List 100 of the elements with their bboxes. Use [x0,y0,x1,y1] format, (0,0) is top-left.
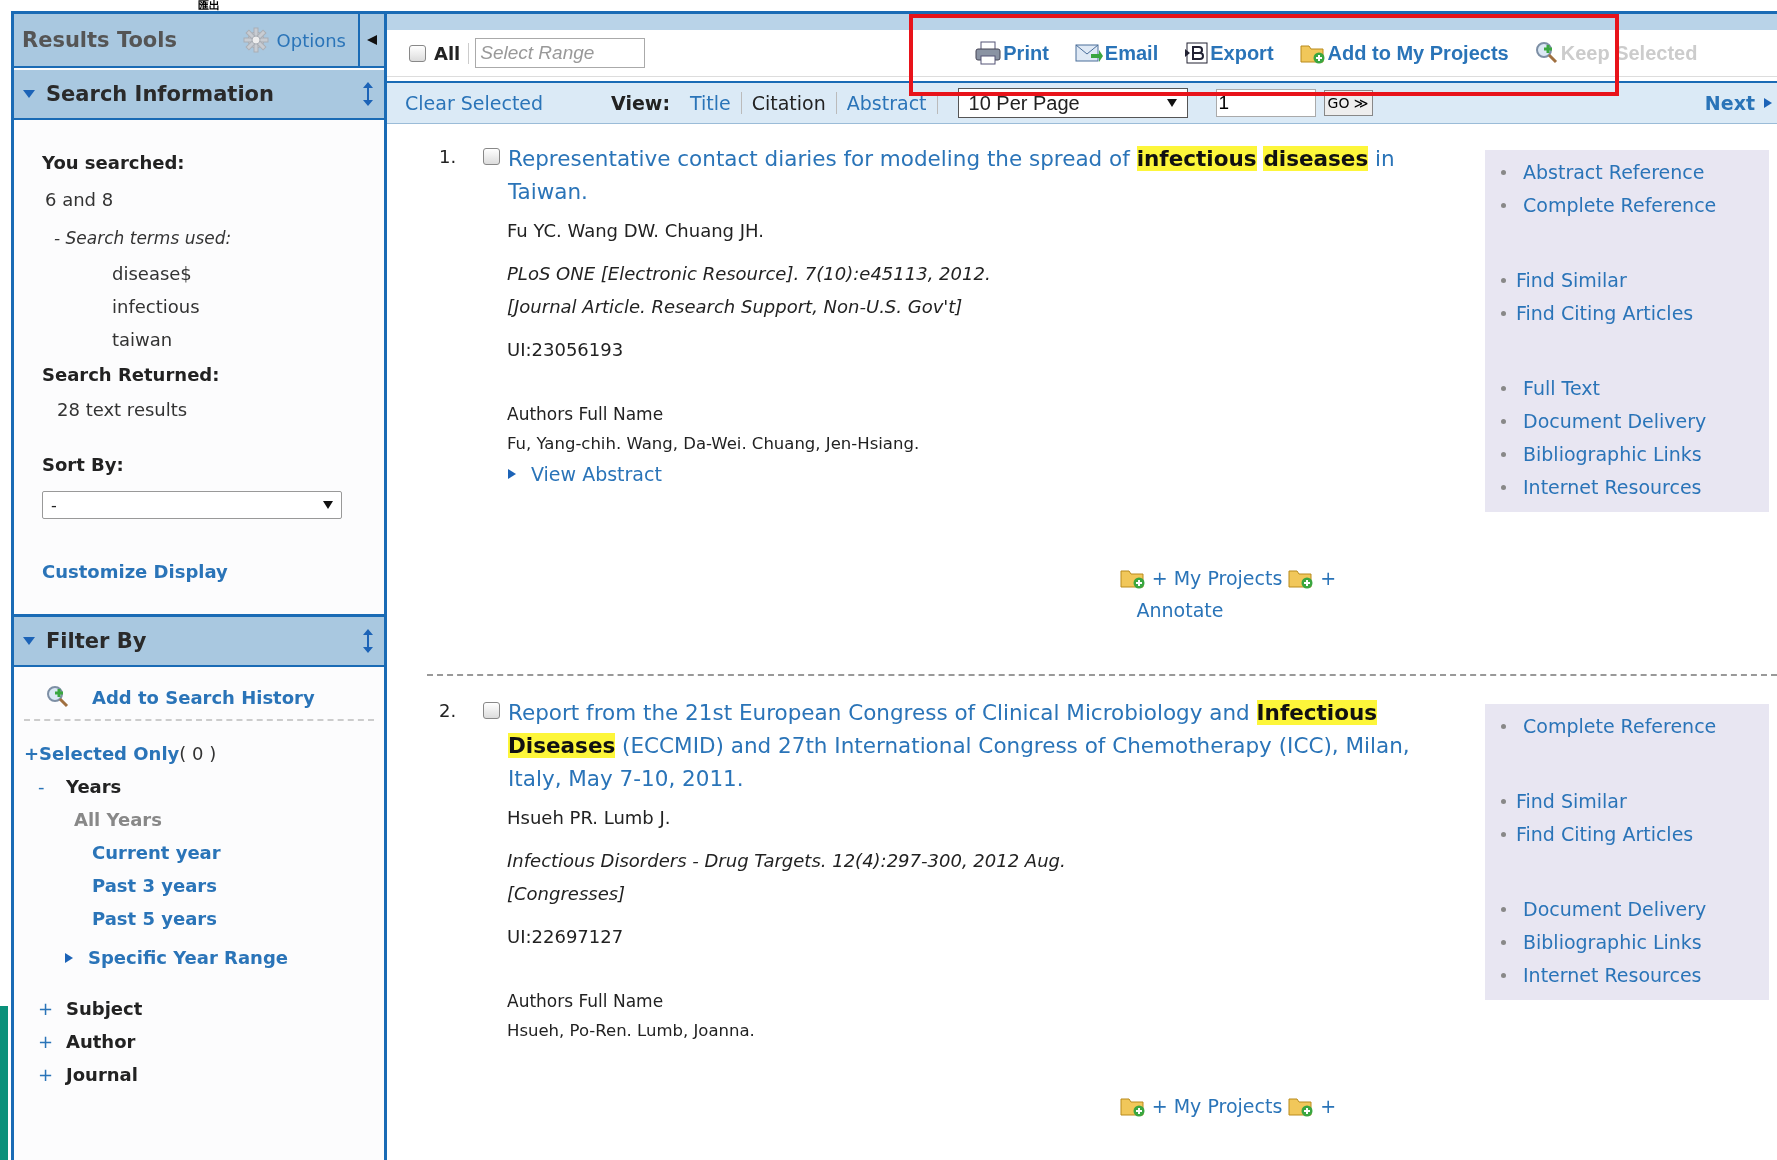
result-title-link[interactable]: Report from the 21st European Congress of Clinical Microbiology and Infectious Diseases (ECCMID) and 27th International Congress of Chemotherapy (ICC), Milan, Italy, May 7-10, 2011. [508,696,1435,795]
select-all-checkbox[interactable] [409,44,426,62]
my-projects-link[interactable]: + My Projects [1151,566,1283,590]
ui-number: 22697127 [531,926,624,947]
resource-link[interactable]: Find Similar [1516,785,1627,818]
bullet-icon [1501,799,1506,804]
annotate-link[interactable]: Annotate [1136,598,1224,622]
customize-display-link[interactable]: Customize Display [42,561,228,582]
resize-icon[interactable] [362,628,374,654]
toolbar-action[interactable]: Export [1184,41,1274,65]
next-link[interactable]: Next [1704,92,1773,114]
field-label: Search Returned: [42,363,221,387]
expand-toggle[interactable]: - [38,776,50,797]
annotation-text: 匯出 [198,0,220,11]
options-link[interactable]: Options [276,29,346,51]
result-checkbox[interactable] [483,148,500,165]
field-label: Sort By: [42,453,125,477]
clear-selected-link[interactable]: Clear Selected [405,92,544,114]
select-range-field[interactable]: Select Range [475,38,646,68]
expand-toggle[interactable]: + [38,998,50,1019]
folder-plus-icon [1288,567,1315,589]
field-label: You searched: [42,151,186,175]
envelope-icon [1074,42,1103,64]
search-term: disease$ [112,262,193,286]
expand-toggle[interactable]: + [38,1064,50,1085]
authors-full-name-label: Authors Full Name [507,991,665,1011]
view-tab[interactable]: Citation [741,92,837,114]
filter-category[interactable]: Author [66,1031,136,1052]
resource-link[interactable]: Internet Resources [1523,471,1702,504]
resource-link[interactable]: Bibliographic Links [1523,438,1702,471]
view-abstract-link[interactable]: View Abstract [531,463,662,485]
bullet-icon [1501,452,1506,457]
section-header[interactable]: Filter By [14,614,384,667]
year-filter-option[interactable]: Current year [92,842,384,863]
view-tab[interactable]: Title [680,92,742,114]
source-text: Infectious Disorders - Drug Targets. 12(4):297-300, 2012 Aug. [507,849,1067,873]
toolbar-action[interactable]: Add to My Projects [1299,41,1509,65]
terms-label: - Search terms used: [54,227,233,250]
collapse-arrow-icon[interactable] [366,34,378,46]
section-header[interactable]: Search Information [14,70,384,120]
resize-icon[interactable] [362,81,374,107]
expand-arrow-icon [64,951,74,964]
view-tab[interactable]: Abstract [836,92,938,114]
filter-category[interactable]: Subject [66,998,143,1019]
bullet-icon [1501,278,1506,283]
resource-link[interactable]: Document Delivery [1523,893,1707,926]
folder-plus-icon [1119,1095,1146,1117]
resource-link[interactable]: Find Citing Articles [1516,297,1694,330]
resource-link[interactable]: Find Citing Articles [1516,818,1694,851]
panel-title: Results Tools [22,28,178,52]
resource-link[interactable]: Bibliographic Links [1523,926,1702,959]
resource-link[interactable]: Document Delivery [1523,405,1707,438]
dropdown-caret-icon [1166,99,1177,107]
bullet-icon [1501,832,1506,837]
annotate-plus-link[interactable]: + [1320,1094,1337,1118]
gear-icon [242,27,269,53]
add-to-search-history-link[interactable]: Add to Search History [92,686,315,708]
folder-plus-icon [1288,1095,1315,1117]
year-range-link[interactable]: Specific Year Range [88,947,288,968]
result-title-link[interactable]: Representative contact diaries for modeling the spread of infectious diseases in Taiwan. [508,142,1435,208]
view-label: View: [611,92,670,114]
bullet-icon [1501,940,1506,945]
year-filter-option[interactable]: Past 3 years [92,875,384,896]
toolbar-action[interactable]: Email [1074,41,1159,65]
bullet-icon [1501,907,1506,912]
resource-link[interactable]: Full Text [1523,372,1600,405]
resource-link[interactable]: Complete Reference [1523,710,1717,743]
toolbar-action[interactable]: Print [975,41,1049,65]
bullet-icon [1501,419,1506,424]
result-number: 2. [439,699,458,721]
year-filter-option[interactable]: All Years [74,809,384,830]
annotate-plus-link[interactable]: + [1320,566,1337,590]
resource-link[interactable]: Find Similar [1516,264,1627,297]
filter-category[interactable]: Years [66,776,122,797]
bullet-icon [1501,973,1506,978]
folder-plus-icon [1299,42,1326,64]
authors-full-names: Fu, Yang-chih. Wang, Da-Wei. Chuang, Jen-Hsiang. [507,434,921,453]
resource-link[interactable]: Complete Reference [1523,189,1717,222]
year-filter-option[interactable]: Past 5 years [92,908,384,929]
sort-dropdown[interactable]: - [42,491,342,519]
ui-label: UI: [507,339,532,360]
resource-link[interactable]: Abstract Reference [1523,156,1705,189]
result-checkbox[interactable] [483,702,500,719]
authors-full-names: Hsueh, Po-Ren. Lumb, Joanna. [507,1021,756,1040]
my-projects-link[interactable]: + My Projects [1151,1094,1283,1118]
magnifier-plus-icon [1534,41,1559,65]
expand-arrow-icon [507,468,517,480]
bullet-icon [1501,203,1506,208]
bullet-icon [1501,485,1506,490]
authors-full-name-label: Authors Full Name [507,404,665,424]
expand-toggle[interactable]: + [38,1031,50,1052]
result-number: 1. [439,145,458,167]
section-title: Search Information [46,82,275,106]
filter-category[interactable]: Journal [66,1064,138,1085]
selected-only-link[interactable]: +Selected Only [24,743,180,764]
selected-count: ( 0 ) [179,743,217,764]
search-term: infectious [112,295,201,319]
search-query: 6 and 8 [45,188,115,212]
bullet-icon [1501,386,1506,391]
resource-link[interactable]: Internet Resources [1523,959,1702,992]
